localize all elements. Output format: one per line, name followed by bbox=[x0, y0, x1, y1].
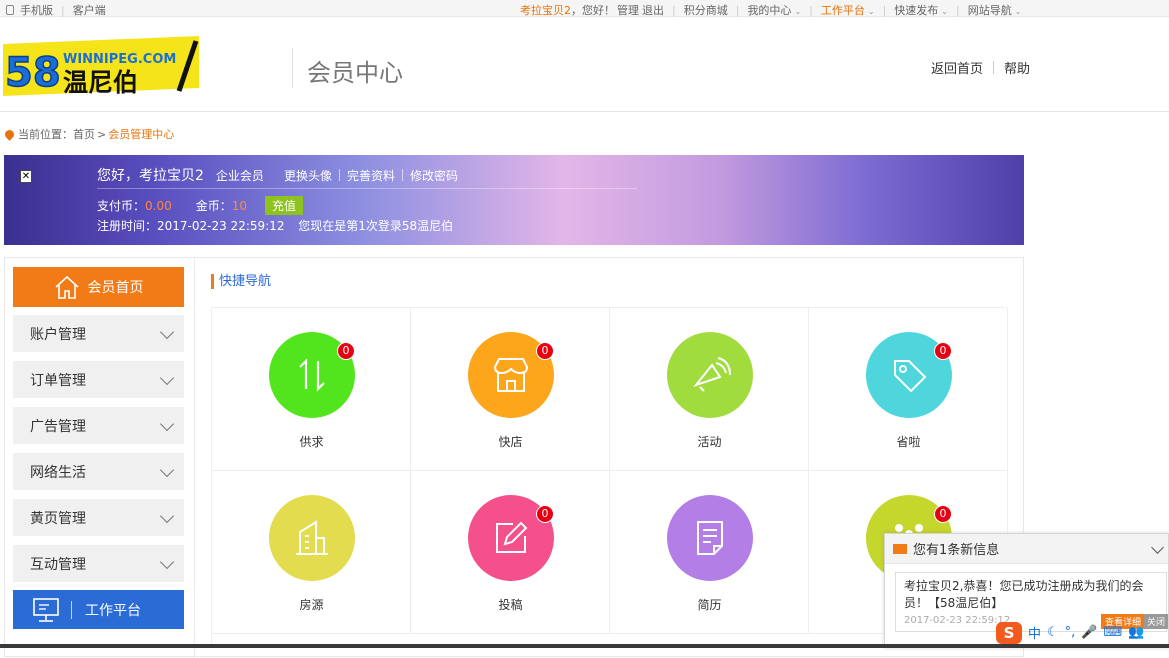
main-panel: 会员首页 账户管理 订单管理 广告管理 网络生活 黄页管理 互动管理 工作平台 … bbox=[4, 257, 1024, 658]
chevron-down-icon bbox=[159, 416, 175, 432]
back-home-link[interactable]: 返回首页 bbox=[931, 58, 983, 77]
resume-icon bbox=[667, 495, 753, 581]
chevron-down-icon: ⌄ bbox=[1014, 7, 1022, 16]
chevron-down-icon: ⌄ bbox=[794, 7, 802, 16]
quick-nav-item-save[interactable]: 0 省啦 bbox=[809, 308, 1008, 471]
notification-title: 您有1条新信息 bbox=[913, 543, 1000, 558]
megaphone-icon bbox=[667, 332, 753, 418]
badge: 0 bbox=[337, 342, 355, 360]
phone-icon bbox=[6, 5, 14, 15]
user-banner: ✕ 您好，考拉宝贝2 企业会员 更换头像 完善资料 修改密码 支付币： 0.00… bbox=[4, 155, 1024, 245]
ime-mode[interactable]: 中 bbox=[1028, 623, 1041, 642]
sidebar-work-platform[interactable]: 工作平台 bbox=[13, 590, 184, 629]
quick-nav-item-housing[interactable]: 房源 bbox=[212, 471, 411, 634]
logo-domain: WINNIPEG.COM bbox=[63, 52, 176, 67]
top-bar: 手机版 | 客户端 考拉宝贝2 ，您好！ 管理 退出 | 积分商城 | 我的中心… bbox=[0, 0, 1169, 17]
quick-nav-item-shop[interactable]: 0 快店 bbox=[411, 308, 610, 471]
manage-link[interactable]: 管理 bbox=[617, 2, 639, 18]
my-center-link[interactable]: 我的中心 ⌄ bbox=[747, 2, 801, 18]
help-link[interactable]: 帮助 bbox=[1004, 58, 1030, 77]
ime-toolbar[interactable]: S 中 ☾ °, 🎤 ⌨ 👥 bbox=[996, 619, 1169, 646]
monitor-icon bbox=[33, 597, 59, 622]
site-nav-link[interactable]: 网站导航 ⌄ bbox=[968, 2, 1022, 18]
sidebar-item-orders[interactable]: 订单管理 bbox=[13, 361, 184, 398]
work-platform-link[interactable]: 工作平台 ⌄ bbox=[821, 2, 875, 18]
badge: 0 bbox=[536, 342, 554, 360]
location-pin-icon bbox=[3, 127, 16, 141]
building-icon bbox=[269, 495, 355, 581]
sidebar-item-ads[interactable]: 广告管理 bbox=[13, 407, 184, 444]
mobile-link[interactable]: 手机版 bbox=[20, 2, 53, 18]
chevron-down-icon bbox=[159, 554, 175, 570]
notification-message: 考拉宝贝2,恭喜！您已成功注册成为我们的会员！【58温尼伯】 bbox=[904, 579, 1144, 610]
quick-nav-item-activity[interactable]: 活动 bbox=[610, 308, 809, 471]
page-title: 会员中心 bbox=[307, 59, 403, 87]
breadcrumb-home[interactable]: 首页 bbox=[73, 126, 95, 142]
sidebar-item-yellow-pages[interactable]: 黄页管理 bbox=[13, 499, 184, 536]
chevron-down-icon bbox=[159, 324, 175, 340]
change-password-link[interactable]: 修改密码 bbox=[410, 167, 458, 184]
breadcrumb-current: 会员管理中心 bbox=[108, 128, 175, 141]
quick-nav-item-supply[interactable]: 0 供求 bbox=[212, 308, 411, 471]
home-icon bbox=[54, 275, 79, 299]
mail-icon bbox=[893, 543, 907, 554]
client-link[interactable]: 客户端 bbox=[73, 2, 106, 18]
quick-nav-item-resume[interactable]: 简历 bbox=[610, 471, 809, 634]
chevron-down-icon: ⌄ bbox=[941, 7, 948, 16]
badge: 0 bbox=[934, 342, 952, 360]
points-mall-link[interactable]: 积分商城 bbox=[684, 2, 728, 18]
greeting: 您好，考拉宝贝2 bbox=[97, 168, 204, 184]
chevron-down-icon bbox=[159, 508, 175, 524]
badge: 0 bbox=[536, 505, 554, 523]
header: 58 WINNIPEG.COM 温尼伯 会员中心 返回首页 帮助 bbox=[0, 22, 1169, 112]
taskbar-strip bbox=[0, 644, 1169, 648]
chevron-down-icon: ⌄ bbox=[867, 7, 875, 16]
member-type: 企业会员 bbox=[215, 168, 264, 183]
moon-icon[interactable]: ☾ bbox=[1047, 625, 1059, 640]
user-icon[interactable]: 👥 bbox=[1128, 625, 1144, 640]
quick-nav-item-submit[interactable]: 0 投稿 bbox=[411, 471, 610, 634]
change-avatar-link[interactable]: 更换头像 bbox=[284, 167, 332, 184]
chevron-down-icon bbox=[159, 370, 175, 386]
logout-link[interactable]: 退出 bbox=[642, 2, 664, 18]
badge: 0 bbox=[934, 505, 952, 523]
sidebar-member-home[interactable]: 会员首页 bbox=[13, 267, 184, 307]
greeting-text: ，您好！ bbox=[571, 4, 615, 17]
avatar[interactable]: ✕ bbox=[20, 170, 32, 183]
mic-icon[interactable]: 🎤 bbox=[1081, 625, 1097, 640]
gold-coin-value: 10 bbox=[231, 198, 248, 213]
sidebar-item-online-life[interactable]: 网络生活 bbox=[13, 453, 184, 490]
logo-cn: 温尼伯 bbox=[63, 68, 138, 96]
register-time: 注册时间：2017-02-23 22:59:12 bbox=[97, 219, 285, 233]
logo-number: 58 bbox=[5, 50, 61, 96]
breadcrumb: 当前位置： 首页 > 会员管理中心 bbox=[3, 126, 175, 142]
complete-profile-link[interactable]: 完善资料 bbox=[347, 167, 395, 184]
login-info: 您现在是第1次登录58温尼伯 bbox=[298, 219, 454, 233]
username-link[interactable]: 考拉宝贝2 bbox=[520, 2, 571, 18]
sidebar: 会员首页 账户管理 订单管理 广告管理 网络生活 黄页管理 互动管理 工作平台 bbox=[5, 258, 195, 658]
chevron-down-icon bbox=[159, 462, 175, 478]
punctuation-icon[interactable]: °, bbox=[1065, 625, 1076, 640]
quick-post-link[interactable]: 快速发布 ⌄ bbox=[894, 2, 948, 18]
sidebar-item-interaction[interactable]: 互动管理 bbox=[13, 545, 184, 582]
sidebar-item-account[interactable]: 账户管理 bbox=[13, 315, 184, 352]
recharge-button[interactable]: 充值 bbox=[265, 196, 304, 215]
keyboard-icon[interactable]: ⌨ bbox=[1104, 625, 1123, 640]
pay-coin-value: 0.00 bbox=[145, 198, 172, 213]
sogou-logo-icon[interactable]: S bbox=[996, 621, 1022, 644]
quick-nav-title: 快捷导航 bbox=[211, 274, 271, 289]
site-logo[interactable]: 58 WINNIPEG.COM 温尼伯 bbox=[3, 36, 199, 97]
